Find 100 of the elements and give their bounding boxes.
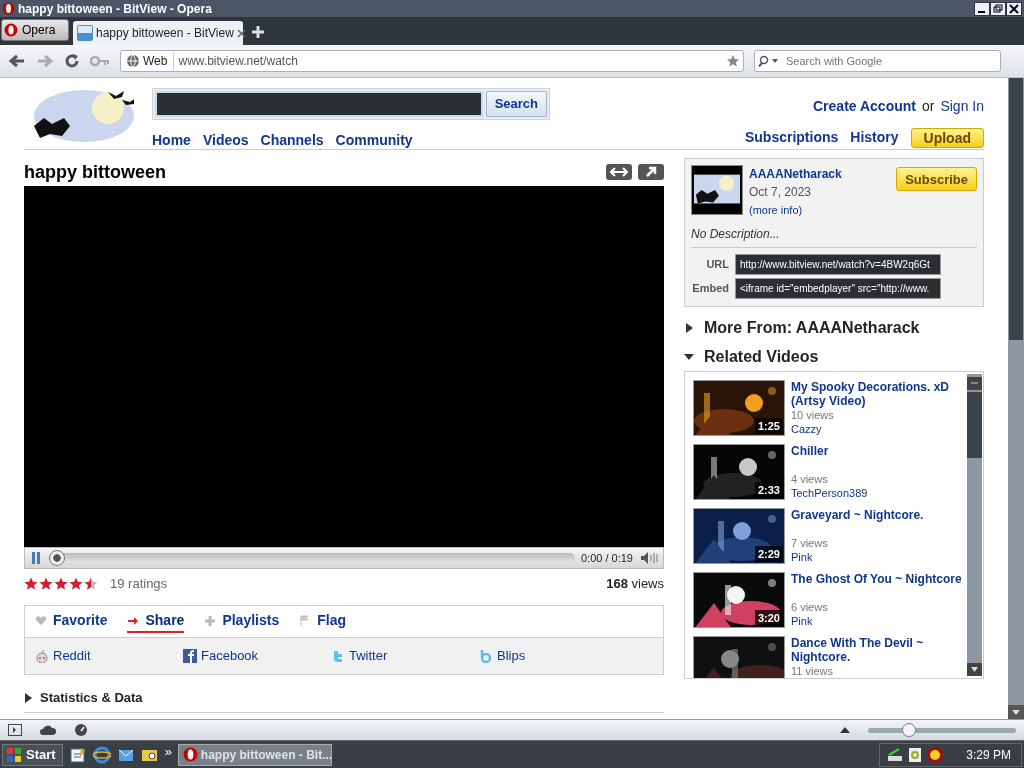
volume-icon[interactable] xyxy=(639,551,659,565)
scrollbar-thumb[interactable] xyxy=(1009,78,1023,340)
share-link[interactable]: Twitter xyxy=(331,646,479,666)
action-tab[interactable]: Playlists xyxy=(204,610,280,633)
action-tab[interactable]: Share xyxy=(127,610,185,633)
popout-button[interactable] xyxy=(638,164,664,180)
play-pause-icon[interactable] xyxy=(29,551,43,565)
more-info-link[interactable]: (more info) xyxy=(749,201,842,219)
windows-flag-icon xyxy=(6,746,22,763)
upload-button[interactable]: Upload xyxy=(910,127,984,148)
cloud-icon[interactable] xyxy=(40,725,56,735)
nav-link[interactable]: Community xyxy=(335,130,413,151)
video-title: happy bittoween xyxy=(24,160,166,184)
arrows-icon xyxy=(610,167,628,177)
scrollbar[interactable] xyxy=(1008,78,1024,719)
bird-icon xyxy=(331,649,345,663)
description-text: No Description... xyxy=(691,219,977,248)
sign-in-link[interactable]: Sign In xyxy=(940,96,984,117)
author-link[interactable]: Cazzy xyxy=(791,422,966,436)
browser-icon[interactable] xyxy=(92,745,111,764)
action-tab[interactable]: Favorite xyxy=(35,610,108,633)
view-count: 4 views xyxy=(791,472,829,486)
video-link[interactable]: The Ghost Of You ~ Nightcore xyxy=(791,572,962,600)
embed-field[interactable]: <iframe id="embedplayer" src="http://www. xyxy=(735,278,941,299)
bookmark-star-icon[interactable] xyxy=(726,54,740,68)
view-count: 7 views xyxy=(791,536,829,550)
star-icon xyxy=(24,577,38,591)
opera-icon xyxy=(182,747,198,762)
search-icon xyxy=(758,55,780,67)
user-link[interactable]: History xyxy=(850,127,899,148)
close-icon[interactable] xyxy=(236,28,246,38)
view-count: 11 views xyxy=(791,664,834,678)
upload-date: Oct 7, 2023 xyxy=(749,184,813,201)
url-field[interactable]: http://www.bitview.net/watch?v=4BW2q6Gt xyxy=(735,254,941,275)
speedometer-icon[interactable] xyxy=(74,723,88,737)
browser-tab[interactable]: happy bittoween - BitView xyxy=(73,21,243,45)
nav-link[interactable]: Home xyxy=(152,130,191,151)
triangle-right-icon xyxy=(684,322,694,333)
view-count: 10 views xyxy=(791,408,835,422)
menu-button[interactable]: Opera xyxy=(1,19,69,41)
widen-button[interactable] xyxy=(606,164,632,180)
opera-icon xyxy=(2,2,15,15)
zoom-up-icon[interactable] xyxy=(840,727,850,733)
video-link[interactable]: Dance With The Devil ~ Nightcore. xyxy=(791,636,966,664)
progress-thumb[interactable] xyxy=(49,550,65,566)
minimize-icon[interactable] xyxy=(974,1,990,16)
scrollbar-thumb[interactable] xyxy=(967,392,982,458)
subscribe-button[interactable]: Subscribe xyxy=(896,167,977,191)
view-count: 168 views xyxy=(606,575,664,594)
video-link[interactable]: Graveyard ~ Nightcore. xyxy=(791,508,924,536)
search-field[interactable]: Search with Google xyxy=(754,50,1001,72)
or-text: or xyxy=(921,97,935,116)
scrollbar[interactable] xyxy=(967,374,982,676)
globe-icon xyxy=(126,54,140,68)
back-icon[interactable] xyxy=(8,53,26,69)
search-button[interactable]: Search xyxy=(485,91,547,117)
video-link[interactable]: Chiller xyxy=(791,444,868,472)
nav-link[interactable]: Channels xyxy=(260,130,324,151)
notepad-icon[interactable] xyxy=(68,745,87,764)
author-link[interactable]: TechPerson389 xyxy=(791,486,868,500)
share-link[interactable]: Facebook xyxy=(183,646,331,666)
arrow-icon xyxy=(127,614,140,627)
video-link[interactable]: My Spooky Decorations. xD (Artsy Video) xyxy=(791,380,966,408)
address-field[interactable]: Web www.bitview.net/watch xyxy=(120,50,744,72)
more-button[interactable]: » xyxy=(164,741,172,762)
statistics-toggle[interactable]: Statistics & Data xyxy=(24,683,664,713)
section-toggle[interactable]: More From: AAAANetharack xyxy=(684,313,984,342)
favicon-icon xyxy=(77,25,93,41)
plus-icon xyxy=(204,614,217,627)
user-link[interactable]: Subscriptions xyxy=(744,127,839,148)
scroll-down-icon[interactable] xyxy=(967,663,982,676)
restore-icon[interactable] xyxy=(990,1,1006,16)
scroll-down-icon[interactable] xyxy=(1008,705,1024,719)
channel-link[interactable]: AAAANetharack xyxy=(749,165,842,183)
progress-track[interactable] xyxy=(49,553,575,563)
action-tab[interactable]: Flag xyxy=(299,610,346,633)
scroll-up-icon[interactable] xyxy=(967,377,982,391)
network-icon[interactable] xyxy=(886,746,905,763)
nav-link[interactable]: Videos xyxy=(202,130,249,151)
new-tab-icon[interactable] xyxy=(251,25,265,39)
search-input[interactable]: Search with Google xyxy=(784,51,994,71)
search-field[interactable] xyxy=(155,91,483,117)
site-badge[interactable]: Web xyxy=(124,52,175,70)
start-button[interactable]: Start xyxy=(2,743,63,766)
triangle-down-icon xyxy=(684,351,694,362)
share-link[interactable]: Blips xyxy=(479,646,627,666)
share-link[interactable]: Reddit xyxy=(35,646,183,666)
facebook-icon xyxy=(183,649,197,663)
section-toggle[interactable]: Related Videos xyxy=(684,342,984,371)
author-link[interactable]: Pink xyxy=(791,614,962,628)
update-icon[interactable] xyxy=(926,745,945,764)
document-search-icon[interactable] xyxy=(908,746,923,763)
author-link[interactable]: Pink xyxy=(791,550,924,564)
create-account-link[interactable]: Create Account xyxy=(813,96,916,117)
close-icon[interactable] xyxy=(1006,1,1022,16)
panel-icon[interactable] xyxy=(8,724,22,736)
zoom-thumb[interactable] xyxy=(902,722,917,737)
star-icon xyxy=(84,577,98,591)
field-label: Embed xyxy=(691,281,729,297)
reload-icon[interactable] xyxy=(64,53,80,69)
